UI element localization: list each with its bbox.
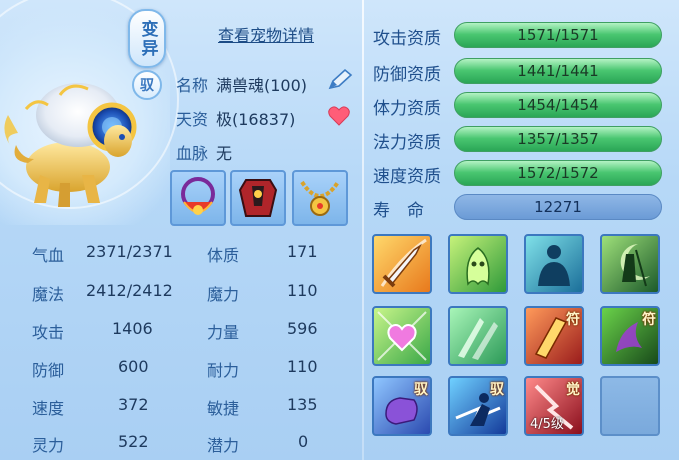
necklace-gold-icon bbox=[300, 180, 340, 216]
defense-aptitude-value: 1441/1441 bbox=[517, 62, 599, 80]
necklace-red-icon bbox=[181, 177, 215, 215]
skill-slot-9[interactable]: 驭 bbox=[372, 376, 432, 436]
attack-aptitude-bar: 1571/1571 bbox=[454, 22, 662, 48]
skill-level-text: 4/5级 bbox=[530, 417, 564, 432]
mana-aptitude-label: 法力资质 bbox=[373, 133, 441, 153]
attack-label: 攻击 bbox=[32, 323, 65, 342]
skill-slot-7[interactable]: 符 bbox=[524, 306, 584, 366]
hp-label: 气血 bbox=[32, 246, 65, 265]
edit-name-icon[interactable] bbox=[326, 68, 354, 92]
skill-slot-6[interactable] bbox=[448, 306, 508, 366]
spirit-value: 522 bbox=[118, 432, 149, 451]
name-value: 满兽魂(100) bbox=[216, 76, 308, 95]
speed-value: 372 bbox=[118, 395, 149, 414]
constitution-value: 171 bbox=[287, 242, 318, 261]
endurance-label: 耐力 bbox=[207, 361, 240, 380]
mutation-badge: 变异 bbox=[128, 9, 166, 68]
mana-aptitude-value: 1357/1357 bbox=[517, 130, 599, 148]
potential-label: 潜力 bbox=[207, 436, 240, 455]
pet-detail-panel: 变异 驭 查看宠物详情 名称 满兽魂(100) 天资 极(16837) 血脉 无 bbox=[0, 0, 679, 460]
view-pet-details-link[interactable]: 查看宠物详情 bbox=[218, 22, 314, 46]
name-label: 名称 bbox=[176, 76, 209, 95]
yu-tag: 驭 bbox=[490, 382, 504, 398]
agility-label: 敏捷 bbox=[207, 399, 240, 418]
defense-label: 防御 bbox=[32, 361, 65, 380]
skill-slot-1[interactable] bbox=[372, 234, 432, 294]
magic-power-value: 110 bbox=[287, 281, 318, 300]
speed-label: 速度 bbox=[32, 399, 65, 418]
strength-label: 力量 bbox=[207, 323, 240, 342]
talent-value: 极(16837) bbox=[216, 110, 296, 129]
heart-skill-icon bbox=[377, 311, 427, 361]
spirit-label: 灵力 bbox=[32, 436, 65, 455]
skill-slot-2[interactable] bbox=[448, 234, 508, 294]
endurance-value: 110 bbox=[287, 357, 318, 376]
hp-value: 2371/2371 bbox=[86, 242, 173, 261]
ghost-skill-icon bbox=[466, 247, 490, 286]
defense-aptitude-bar: 1441/1441 bbox=[454, 58, 662, 84]
equipment-slot-3[interactable] bbox=[292, 170, 348, 226]
panel-divider bbox=[362, 0, 364, 460]
magic-power-label: 魔力 bbox=[207, 285, 240, 304]
lifespan-bar: 12271 bbox=[454, 194, 662, 220]
bloodline-value: 无 bbox=[216, 144, 233, 163]
constitution-label: 体质 bbox=[207, 246, 240, 265]
warrior-skill-icon bbox=[620, 244, 650, 287]
mp-value: 2412/2412 bbox=[86, 281, 173, 300]
yu-badge: 驭 bbox=[132, 70, 162, 100]
heart-icon[interactable] bbox=[328, 106, 350, 126]
yu-tag: 驭 bbox=[414, 382, 428, 398]
empty-skill-slot[interactable] bbox=[600, 376, 660, 436]
wind-skill-icon bbox=[458, 318, 498, 360]
attack-aptitude-label: 攻击资质 bbox=[373, 29, 441, 49]
pet-lion-image bbox=[4, 83, 137, 207]
equipment-slot-2[interactable] bbox=[230, 170, 286, 226]
skill-slot-3[interactable] bbox=[524, 234, 584, 294]
defense-aptitude-label: 防御资质 bbox=[373, 65, 441, 85]
armor-red-icon bbox=[238, 179, 278, 217]
strength-value: 596 bbox=[287, 319, 318, 338]
sword-skill-icon bbox=[380, 238, 427, 288]
skill-slot-5[interactable] bbox=[372, 306, 432, 366]
skill-slot-11[interactable]: 觉 4/5级 bbox=[524, 376, 584, 436]
speed-aptitude-value: 1572/1572 bbox=[517, 164, 599, 182]
skill-slot-8[interactable]: 符 bbox=[600, 306, 660, 366]
stamina-aptitude-value: 1454/1454 bbox=[517, 96, 599, 114]
attack-value: 1406 bbox=[112, 319, 153, 338]
defense-value: 600 bbox=[118, 357, 149, 376]
speed-aptitude-label: 速度资质 bbox=[373, 167, 441, 187]
figure-skill-icon bbox=[538, 245, 570, 286]
mutation-badge-text: 变异 bbox=[137, 19, 158, 58]
mp-label: 魔法 bbox=[32, 285, 65, 304]
stamina-aptitude-bar: 1454/1454 bbox=[454, 92, 662, 118]
skill-slot-10[interactable]: 驭 bbox=[448, 376, 508, 436]
attack-aptitude-value: 1571/1571 bbox=[517, 26, 599, 44]
talisman-tag: 符 bbox=[566, 312, 580, 328]
equipment-slot-1[interactable] bbox=[170, 170, 226, 226]
stamina-aptitude-label: 体力资质 bbox=[373, 99, 441, 119]
mana-aptitude-bar: 1357/1357 bbox=[454, 126, 662, 152]
lifespan-label: 寿 命 bbox=[373, 201, 424, 221]
talisman-tag: 符 bbox=[642, 312, 656, 328]
lifespan-value: 12271 bbox=[534, 198, 582, 216]
speed-aptitude-bar: 1572/1572 bbox=[454, 160, 662, 186]
talent-label: 天资 bbox=[176, 110, 209, 129]
potential-value: 0 bbox=[298, 432, 309, 451]
bloodline-label: 血脉 bbox=[176, 144, 209, 163]
skill-slot-4[interactable] bbox=[600, 234, 660, 294]
awaken-tag: 觉 bbox=[566, 382, 580, 398]
agility-value: 135 bbox=[287, 395, 318, 414]
